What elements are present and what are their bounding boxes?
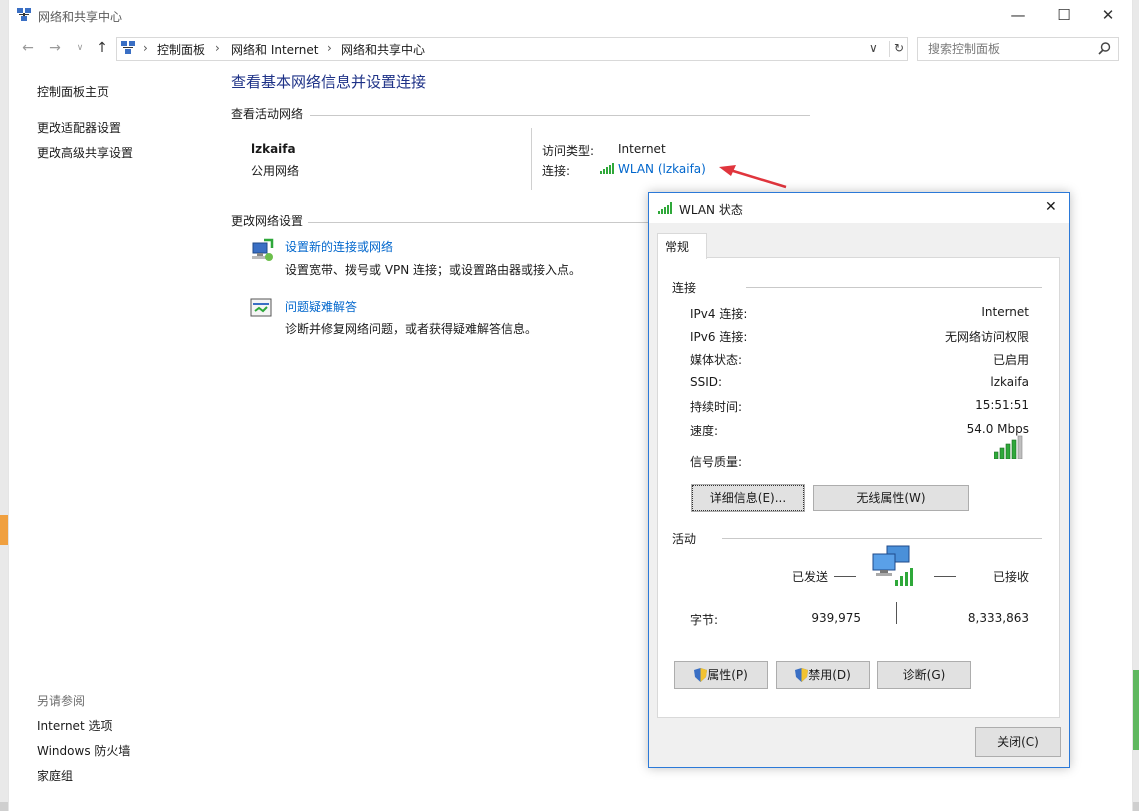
sidebar-item-advanced-sharing[interactable]: 更改高级共享设置 bbox=[37, 144, 133, 161]
tab-general[interactable]: 常规 bbox=[657, 233, 707, 259]
troubleshoot-icon bbox=[250, 298, 272, 317]
dialog-title-bar: WLAN 状态 ✕ bbox=[649, 193, 1069, 223]
ipv4-value: Internet bbox=[981, 305, 1029, 319]
network-type-link: 公用网络 bbox=[251, 164, 300, 178]
bytes-received-value: 8,333,863 bbox=[967, 611, 1029, 625]
breadcrumb-separator-icon: › bbox=[327, 41, 332, 55]
annotation-arrow-icon bbox=[719, 165, 787, 189]
network-computers-icon bbox=[872, 545, 913, 586]
search-input[interactable] bbox=[926, 41, 1100, 57]
disable-button[interactable]: 禁用(D) bbox=[776, 661, 870, 689]
maximize-button[interactable]: ☐ bbox=[1041, 0, 1087, 30]
wireless-properties-button[interactable]: 无线属性(W) bbox=[813, 485, 969, 511]
activity-group-title: 活动 bbox=[672, 532, 697, 546]
duration-value: 15:51:51 bbox=[975, 398, 1029, 412]
dialog-title: WLAN 状态 bbox=[679, 203, 743, 217]
ssid-label: SSID: bbox=[690, 375, 723, 389]
breadcrumb-network-internet[interactable]: 网络和 Internet bbox=[231, 41, 318, 58]
breadcrumb-network-center[interactable]: 网络和共享中心 bbox=[341, 41, 425, 58]
active-networks-title: 查看活动网络 bbox=[231, 107, 304, 121]
general-tab-panel: 连接 IPv4 连接: Internet IPv6 连接: 无网络访问权限 媒体… bbox=[657, 257, 1060, 718]
address-dropdown-icon[interactable]: ∨ bbox=[869, 41, 878, 55]
back-arrow-icon[interactable]: ← bbox=[18, 38, 38, 58]
window-title: 网络和共享中心 bbox=[38, 10, 123, 24]
sidebar-item-internet-options[interactable]: Internet 选项 bbox=[37, 717, 112, 734]
desktop-left-strip bbox=[0, 0, 8, 811]
troubleshoot-link[interactable]: 问题疑难解答 bbox=[285, 298, 357, 315]
details-button[interactable]: 详细信息(E)... bbox=[691, 484, 805, 512]
ipv4-label: IPv4 连接: bbox=[690, 307, 748, 321]
disable-button-label: 禁用(D) bbox=[808, 668, 851, 682]
divider bbox=[722, 538, 1042, 539]
dialog-close-icon[interactable]: ✕ bbox=[1045, 199, 1057, 215]
sidebar-item-firewall[interactable]: Windows 防火墙 bbox=[37, 742, 130, 759]
bytes-sent-value: 939,975 bbox=[811, 611, 861, 625]
divider bbox=[310, 115, 810, 116]
sent-label: 已发送 bbox=[792, 570, 829, 584]
shield-icon bbox=[795, 668, 809, 682]
close-dialog-button[interactable]: 关闭(C) bbox=[975, 727, 1061, 757]
breadcrumb-separator-icon: › bbox=[143, 41, 148, 55]
up-arrow-icon[interactable]: ↑ bbox=[92, 38, 112, 58]
new-connection-icon bbox=[252, 238, 274, 261]
control-panel-icon bbox=[121, 41, 135, 54]
received-label: 已接收 bbox=[992, 570, 1029, 584]
divider bbox=[308, 222, 648, 223]
speed-label: 速度: bbox=[690, 424, 719, 438]
breadcrumb-separator-icon: › bbox=[215, 41, 220, 55]
ipv6-value: 无网络访问权限 bbox=[944, 330, 1029, 344]
ipv6-label: IPv6 连接: bbox=[690, 330, 748, 344]
refresh-icon[interactable]: ↻ bbox=[889, 41, 904, 57]
sidebar-item-homegroup[interactable]: 家庭组 bbox=[37, 767, 73, 784]
page-title: 查看基本网络信息并设置连接 bbox=[231, 73, 427, 91]
setup-connection-desc: 设置宽带、拨号或 VPN 连接；或设置路由器或接入点。 bbox=[285, 263, 582, 277]
recent-dropdown-icon[interactable]: ∨ bbox=[70, 38, 90, 58]
desktop-accent-icon bbox=[0, 515, 8, 545]
wlan-status-dialog: WLAN 状态 ✕ 常规 连接 IPv4 连接: Internet IPv6 连… bbox=[648, 192, 1070, 768]
title-bar: 网络和共享中心 — ☐ ✕ bbox=[8, 0, 1131, 31]
setup-connection-link[interactable]: 设置新的连接或网络 bbox=[285, 238, 393, 255]
change-settings-title: 更改网络设置 bbox=[231, 214, 304, 228]
troubleshoot-desc: 诊断并修复网络问题，或者获得疑难解答信息。 bbox=[285, 322, 538, 336]
connection-label: 连接: bbox=[542, 164, 571, 178]
diagnose-button[interactable]: 诊断(G) bbox=[877, 661, 971, 689]
minimize-button[interactable]: — bbox=[995, 0, 1041, 30]
sent-line bbox=[834, 576, 856, 577]
wifi-signal-icon bbox=[658, 202, 672, 214]
sidebar-item-home[interactable]: 控制面板主页 bbox=[37, 83, 109, 100]
properties-button[interactable]: 属性(P) bbox=[674, 661, 768, 689]
duration-label: 持续时间: bbox=[690, 400, 743, 414]
breadcrumb-control-panel[interactable]: 控制面板 bbox=[157, 41, 205, 58]
received-line bbox=[934, 576, 956, 577]
sidebar-item-adapter-settings[interactable]: 更改适配器设置 bbox=[37, 119, 121, 136]
forward-arrow-icon[interactable]: → bbox=[45, 38, 65, 58]
network-center-icon bbox=[17, 8, 31, 21]
divider bbox=[746, 287, 1042, 288]
connection-group-title: 连接 bbox=[672, 281, 697, 295]
ssid-value: lzkaifa bbox=[990, 375, 1029, 389]
search-icon[interactable] bbox=[1098, 42, 1111, 55]
properties-button-label: 属性(P) bbox=[707, 668, 748, 682]
signal-quality-label: 信号质量: bbox=[690, 455, 743, 469]
media-state-label: 媒体状态: bbox=[690, 353, 743, 367]
see-also-title: 另请参阅 bbox=[37, 694, 86, 708]
search-box[interactable] bbox=[917, 37, 1119, 61]
bytes-label: 字节: bbox=[690, 613, 719, 627]
media-state-value: 已启用 bbox=[992, 353, 1029, 367]
signal-quality-icon bbox=[994, 435, 1023, 459]
address-bar[interactable]: › 控制面板 › 网络和 Internet › 网络和共享中心 ∨ ↻ bbox=[116, 37, 908, 61]
wifi-signal-icon bbox=[600, 163, 614, 174]
divider bbox=[896, 602, 897, 624]
wlan-connection-link[interactable]: WLAN (lzkaifa) bbox=[618, 162, 706, 176]
access-type-value: Internet bbox=[618, 142, 666, 156]
divider bbox=[531, 128, 532, 190]
access-type-label: 访问类型: bbox=[542, 144, 595, 158]
close-window-button[interactable]: ✕ bbox=[1085, 0, 1131, 30]
speed-value: 54.0 Mbps bbox=[966, 422, 1029, 436]
shield-icon bbox=[694, 668, 708, 682]
network-name: lzkaifa bbox=[251, 142, 296, 156]
tab-general-label: 常规 bbox=[665, 240, 690, 254]
